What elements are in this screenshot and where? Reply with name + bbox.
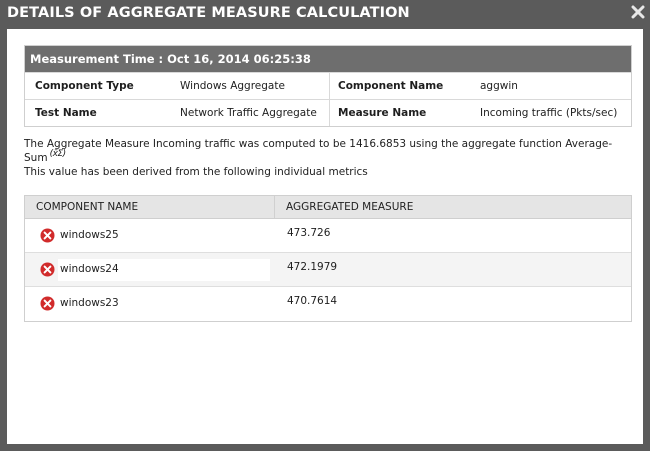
measure-name-cell: Measure Name Incoming traffic (Pkts/sec) [329,100,631,126]
aggregated-value: 473.726 [287,227,331,239]
component-type-cell: Component Type Windows Aggregate [25,73,329,99]
test-name-value: Network Traffic Aggregate [180,107,317,119]
error-icon [40,296,55,311]
measure-name-value: Incoming traffic (Pkts/sec) [480,107,618,119]
component-cell: windows23 [25,287,275,321]
close-icon[interactable] [631,5,645,19]
measure-name-label: Measure Name [338,107,427,119]
aggregate-summary: The Aggregate Measure Incoming traffic w… [24,137,636,179]
component-name-value: aggwin [480,80,518,92]
component-name[interactable]: windows23 [60,297,119,309]
table-row: windows24 472.1979 [25,253,631,287]
aggregate-function-name: Sum [24,152,48,164]
formula-icon[interactable]: (x̄Σ) [50,147,67,161]
table-row: windows23 470.7614 [25,287,631,321]
measurement-time: Measurement Time : Oct 16, 2014 06:25:38 [25,46,631,72]
metrics-table: COMPONENT NAME AGGREGATED MEASURE window… [24,195,632,322]
summary-line-1: The Aggregate Measure Incoming traffic w… [24,138,613,150]
component-cell: windows25 [25,219,275,252]
dialog-body: Measurement Time : Oct 16, 2014 06:25:38… [7,29,643,444]
summary-line-3: This value has been derived from the fol… [24,166,368,178]
component-name[interactable]: windows24 [60,263,119,275]
error-icon [40,262,55,277]
component-cell: windows24 [25,253,275,286]
aggregated-value: 470.7614 [287,295,338,307]
info-row-component: Component Type Windows Aggregate Compone… [25,72,631,99]
test-name-label: Test Name [35,107,97,119]
component-name-cell: Component Name aggwin [329,73,631,99]
error-icon [40,228,55,243]
info-row-test: Test Name Network Traffic Aggregate Meas… [25,99,631,126]
dialog-title: DETAILS OF AGGREGATE MEASURE CALCULATION [7,5,410,21]
component-type-value: Windows Aggregate [180,80,285,92]
column-header-component: COMPONENT NAME [25,196,275,218]
measurement-details-panel: Measurement Time : Oct 16, 2014 06:25:38… [24,45,632,127]
component-name[interactable]: windows25 [60,229,119,241]
column-header-measure: AGGREGATED MEASURE [286,201,414,213]
test-name-cell: Test Name Network Traffic Aggregate [25,100,329,126]
component-name-label: Component Name [338,80,444,92]
metrics-table-header: COMPONENT NAME AGGREGATED MEASURE [25,196,631,219]
dialog-header: DETAILS OF AGGREGATE MEASURE CALCULATION [0,0,650,29]
aggregated-value: 472.1979 [287,261,338,273]
component-type-label: Component Type [35,80,134,92]
table-row: windows25 473.726 [25,219,631,253]
summary-line-2: Sum (x̄Σ) [24,149,636,165]
